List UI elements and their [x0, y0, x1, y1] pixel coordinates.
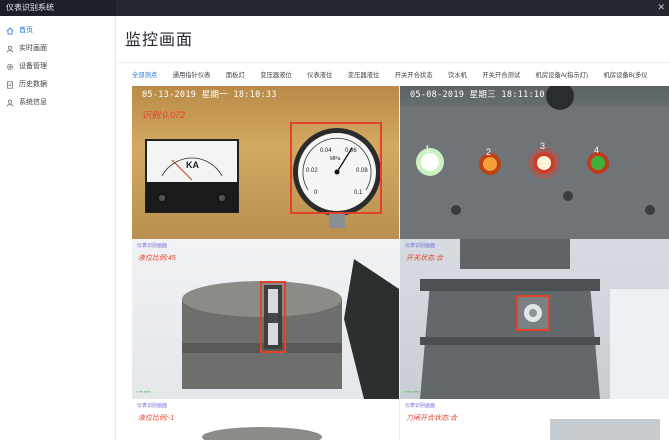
- tab-room-device-b[interactable]: 机房设备B(多仪: [603, 66, 647, 84]
- tab-pointer-meter[interactable]: 通用指针仪表: [173, 66, 211, 84]
- user-icon: [6, 99, 14, 107]
- tab-meter-level[interactable]: 仪表液位: [307, 66, 332, 84]
- feed-scene: [202, 427, 322, 440]
- sidebar-item-label: 系统信息: [19, 99, 47, 106]
- tab-water-dispenser[interactable]: 饮水机: [448, 66, 467, 84]
- video-feed-5[interactable]: 仪表识别画面 液位比例:-1: [132, 399, 399, 440]
- close-icon[interactable]: ✕: [657, 1, 665, 14]
- sidebar-item-home[interactable]: 首页: [0, 22, 115, 40]
- detection-box: [290, 122, 382, 214]
- sidebar-item-live[interactable]: 实时画面: [0, 40, 115, 58]
- page-title: 监控画面: [125, 32, 194, 49]
- feed-footer: ▪ ▪▪▪ ▪▪▪▪▪: [136, 389, 151, 394]
- sidebar-item-system[interactable]: 系统信息: [0, 94, 115, 112]
- light-number: 4: [594, 145, 600, 155]
- indicator-scene: [400, 86, 669, 239]
- tab-transformer-level-2[interactable]: 变压器液位: [348, 66, 379, 84]
- tab-switch-state[interactable]: 开关开合状态: [395, 66, 433, 84]
- video-feed-6[interactable]: 仪表识别画面 刀闸开合状态:合: [400, 399, 669, 440]
- main-content: 监控画面 全部测点 通用指针仪表 面板灯 变压器液位 仪表液位 变压器液位 开关…: [116, 16, 669, 440]
- video-feed-2[interactable]: 05-08-2019 星期三 18:11:10 1 2 3 4: [400, 86, 669, 239]
- light-number: 2: [486, 147, 492, 157]
- divider: [116, 62, 669, 63]
- ammeter-unit: KA: [186, 160, 199, 170]
- gear-icon: [6, 63, 14, 71]
- light-number: 3: [540, 141, 546, 151]
- video-feed-3[interactable]: 仪表识别画面 液位比例:45 ▪ ▪▪▪ ▪▪▪▪▪: [132, 239, 399, 399]
- category-tabs: 全部测点 通用指针仪表 面板灯 变压器液位 仪表液位 变压器液位 开关开合状态 …: [116, 64, 669, 84]
- tab-room-device-a[interactable]: 机房设备A(指示灯): [536, 66, 588, 84]
- feed-scene: [550, 419, 660, 440]
- video-feed-4[interactable]: 仪表识别画面 开关状态:合 ▪ ▪▪▪ ▪▪▪▪▪: [400, 239, 669, 399]
- sidebar-item-label: 实时画面: [19, 45, 47, 52]
- sidebar-item-label: 设备管理: [19, 63, 47, 70]
- video-feed-1[interactable]: 05-13-2019 星期一 18:10:33 识别:0.072 KA 0.04…: [132, 86, 399, 239]
- detection-box: [260, 281, 286, 353]
- tab-panel-light[interactable]: 面板灯: [226, 66, 245, 84]
- detection-box: [516, 295, 550, 331]
- sidebar-item-history[interactable]: 历史数据: [0, 76, 115, 94]
- tab-transformer-level[interactable]: 变压器液位: [260, 66, 291, 84]
- feed-footer: ▪ ▪▪▪ ▪▪▪▪▪: [404, 389, 419, 394]
- top-bar: 仪表识别系统 ✕: [0, 0, 669, 16]
- sidebar-item-label: 历史数据: [19, 81, 47, 88]
- video-grid: 05-13-2019 星期一 18:10:33 识别:0.072 KA 0.04…: [132, 86, 669, 440]
- app-title: 仪表识别系统: [0, 0, 116, 16]
- sidebar: 首页 实时画面 设备管理 历史数据 系统信息: [0, 16, 116, 440]
- sidebar-item-label: 首页: [19, 27, 33, 34]
- sidebar-item-devices[interactable]: 设备管理: [0, 58, 115, 76]
- light-number: 1: [425, 144, 431, 154]
- home-icon: [6, 27, 14, 35]
- person-icon: [6, 45, 14, 53]
- document-icon: [7, 81, 13, 89]
- tab-switch-test[interactable]: 开关开合测试: [482, 66, 520, 84]
- tab-all[interactable]: 全部测点: [132, 66, 157, 84]
